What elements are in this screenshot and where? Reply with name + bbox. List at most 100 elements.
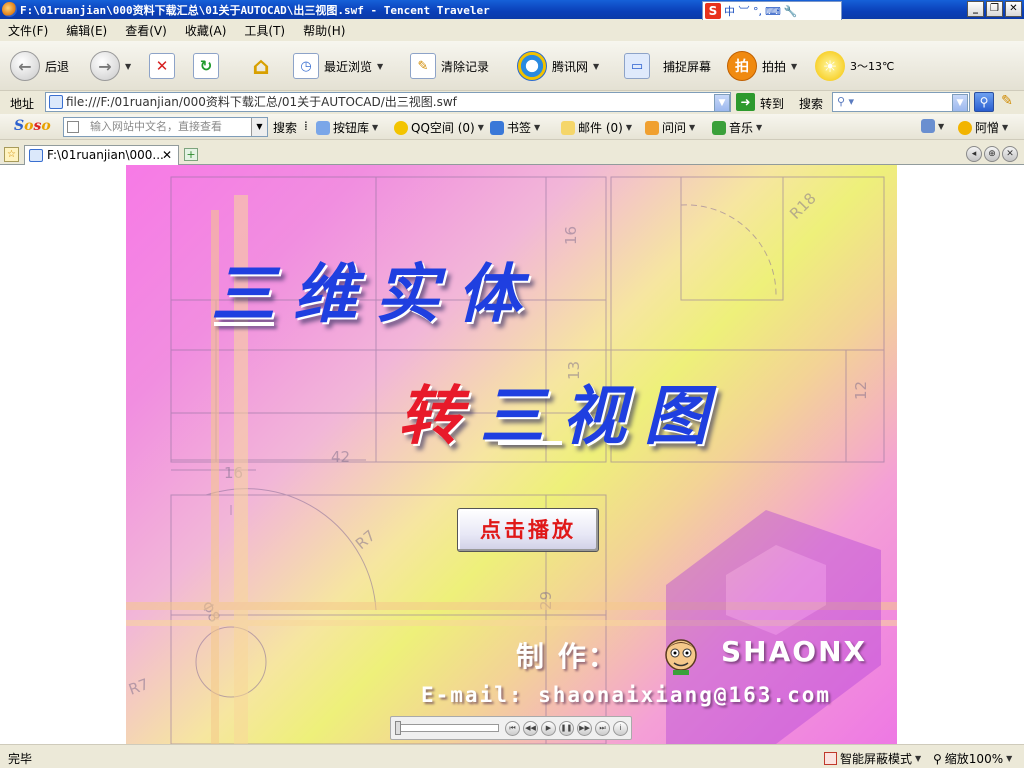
- button-library[interactable]: 按钮库 ▼: [316, 119, 378, 136]
- tencent-button[interactable]: 腾讯网 ▼: [517, 41, 599, 91]
- status-text: 完毕: [8, 752, 33, 766]
- url-dropdown-button[interactable]: ▼: [714, 94, 730, 112]
- qzone-button[interactable]: QQ空间 (0) ▼: [394, 119, 484, 136]
- page-content: 16 R18 42 16 13 12 R7 29 Φ8 R7 三维实体 转三视图…: [0, 165, 1024, 744]
- sogou-icon[interactable]: S: [705, 3, 721, 19]
- menu-favorites[interactable]: 收藏(A): [185, 22, 227, 39]
- address-label: 地址: [10, 97, 35, 111]
- recent-button[interactable]: ◷ 最近浏览 ▼: [293, 41, 383, 91]
- wenwen-button[interactable]: 问问 ▼: [645, 119, 695, 136]
- menu-edit[interactable]: 编辑(E): [66, 22, 107, 39]
- seek-track[interactable]: [396, 724, 499, 732]
- credit-line: 制 作： SHAONX: [516, 635, 865, 675]
- title-bar: F:\01ruanjian\000资料下载汇总\01关于AUTOCAD\出三视图…: [0, 0, 1024, 19]
- minimize-button[interactable]: _: [967, 1, 984, 17]
- chevron-down-icon[interactable]: ▼: [593, 62, 599, 71]
- back-button[interactable]: ← 后退: [10, 41, 69, 91]
- home-button[interactable]: ⌂: [248, 41, 274, 91]
- email-text: E-mail: shaonaixiang@163.com: [421, 683, 832, 707]
- restore-button[interactable]: ❐: [986, 1, 1003, 17]
- page-icon: [29, 149, 43, 162]
- soso-search-button[interactable]: 搜索: [273, 119, 297, 136]
- qzone-icon: [394, 120, 408, 135]
- chevron-down-icon[interactable]: ▼: [377, 62, 383, 71]
- title-red-char: 转: [398, 379, 480, 454]
- menu-help[interactable]: 帮助(H): [303, 22, 345, 39]
- favorites-icon[interactable]: ☆: [4, 147, 19, 162]
- keyboard-icon[interactable]: ⌨: [765, 5, 781, 18]
- capture-button[interactable]: ▭ 捕捉屏幕: [624, 41, 711, 91]
- separator: ⁞: [304, 119, 308, 133]
- menu-file[interactable]: 文件(F): [8, 22, 48, 39]
- app-icon: [2, 2, 17, 17]
- stop-icon: ✕: [149, 53, 175, 79]
- dimension-label: 42: [331, 448, 350, 466]
- tab-active[interactable]: F:\01ruanjian\000... ✕: [24, 145, 179, 165]
- soso-search-input[interactable]: 输入网站中文名，直接查看 ▼: [63, 117, 268, 137]
- block-mode-button[interactable]: 智能屏蔽模式 ▼: [824, 750, 921, 767]
- close-button[interactable]: ✕: [1005, 1, 1022, 17]
- music-icon: [712, 120, 726, 135]
- ask-button[interactable]: 阿憎 ▼: [958, 119, 1008, 136]
- seek-handle[interactable]: [395, 721, 401, 735]
- search-dropdown-button[interactable]: ▼: [952, 94, 968, 112]
- back-label: 后退: [45, 59, 70, 74]
- refresh-button[interactable]: ↻: [193, 41, 219, 91]
- step-back-icon[interactable]: ◀◀: [523, 721, 538, 736]
- goto-button[interactable]: 转到: [760, 95, 784, 112]
- stop-button[interactable]: ✕: [149, 41, 175, 91]
- settings-button[interactable]: ▼: [921, 119, 944, 133]
- tab-restore-icon[interactable]: ⊕: [984, 146, 1000, 162]
- tab-bar: ☆ F:\01ruanjian\000... ✕ + ◂ ⊕ ✕: [0, 144, 1024, 165]
- chevron-down-icon[interactable]: ▼: [125, 62, 131, 71]
- ime-status[interactable]: 中 ︺ °,: [724, 3, 762, 19]
- paipai-button[interactable]: 拍 拍拍 ▼: [727, 41, 797, 91]
- window-title: F:\01ruanjian\000资料下载汇总\01关于AUTOCAD\出三视图…: [20, 4, 490, 17]
- chevron-down-icon[interactable]: ▼: [791, 62, 797, 71]
- play-icon[interactable]: ▶: [541, 721, 556, 736]
- play-button[interactable]: 点击播放: [457, 508, 599, 552]
- bookmarks-button[interactable]: 书签 ▼: [490, 119, 540, 136]
- music-button[interactable]: 音乐 ▼: [712, 119, 762, 136]
- clear-history-button[interactable]: ✎ 清除记录: [410, 41, 489, 91]
- tencent-label: 腾讯网: [552, 59, 589, 74]
- dimension-label: 12: [852, 381, 870, 400]
- clock-icon: ◷: [293, 53, 319, 79]
- clear-label: 清除记录: [441, 59, 490, 74]
- pause-icon[interactable]: ❚❚: [559, 721, 574, 736]
- step-forward-icon[interactable]: ▶▶: [577, 721, 592, 736]
- tab-list-icon[interactable]: ◂: [966, 146, 982, 162]
- address-bar: 地址 file:///F:/01ruanjian/000资料下载汇总/01关于A…: [0, 91, 1024, 114]
- ime-toolbar[interactable]: S 中 ︺ °, ⌨ 🔧: [702, 1, 842, 21]
- recent-label: 最近浏览: [324, 59, 373, 74]
- close-tab-icon[interactable]: ✕: [162, 146, 172, 164]
- flash-movie[interactable]: 16 R18 42 16 13 12 R7 29 Φ8 R7 三维实体 转三视图…: [126, 165, 897, 744]
- home-icon: ⌂: [252, 52, 270, 80]
- dimension-label: R7: [126, 675, 151, 699]
- rewind-start-icon[interactable]: ⏮: [505, 721, 520, 736]
- soso-logo[interactable]: Soso: [14, 118, 51, 134]
- search-label: 搜索: [799, 97, 824, 111]
- bookmark-icon: [490, 120, 504, 135]
- status-bar: 完毕 智能屏蔽模式 ▼ ⚲ 缩放100% ▼: [0, 744, 1024, 768]
- close-all-tabs-icon[interactable]: ✕: [1002, 146, 1018, 162]
- url-input[interactable]: file:///F:/01ruanjian/000资料下载汇总/01关于AUTO…: [45, 92, 731, 112]
- zoom-button[interactable]: ⚲ 缩放100% ▼: [933, 750, 1012, 767]
- info-icon[interactable]: i: [613, 721, 628, 736]
- menu-view[interactable]: 查看(V): [125, 22, 167, 39]
- search-input[interactable]: ⚲ ▾: [832, 92, 970, 112]
- mail-button[interactable]: 邮件 (0) ▼: [561, 119, 632, 136]
- chevron-down-icon[interactable]: ▼: [251, 118, 267, 136]
- skip-end-icon[interactable]: ⏭: [595, 721, 610, 736]
- wrench-icon[interactable]: 🔧: [784, 5, 798, 18]
- pen-icon[interactable]: ✎: [998, 93, 1016, 111]
- new-tab-icon[interactable]: +: [184, 148, 198, 161]
- main-toolbar: ← 后退 → ▼ ✕ ↻ ⌂ ◷ 最近浏览 ▼ ✎ 清除记录 腾讯网 ▼ ▭ 捕…: [0, 41, 1024, 91]
- menu-tools[interactable]: 工具(T): [244, 22, 285, 39]
- search-icon[interactable]: ⚲: [974, 92, 994, 112]
- go-arrow-icon[interactable]: ➜: [736, 93, 755, 111]
- forward-button[interactable]: → ▼: [90, 41, 131, 91]
- refresh-icon: ↻: [193, 53, 219, 79]
- weather-widget[interactable]: ☀ 3～13℃: [815, 41, 894, 91]
- menu-bar: 文件(F) 编辑(E) 查看(V) 收藏(A) 工具(T) 帮助(H): [0, 20, 1024, 41]
